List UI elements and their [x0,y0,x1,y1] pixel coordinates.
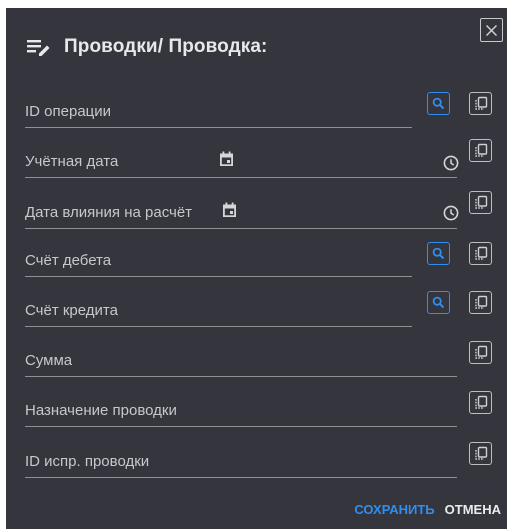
operation-id-field[interactable]: ID операции [25,88,412,128]
operation-id-label: ID операции [25,103,112,120]
purpose-field[interactable]: Назначение проводки [25,387,457,427]
field-underline [25,477,457,478]
correction-id-field[interactable]: ID испр. проводки [25,438,457,478]
copy-icon [474,395,487,409]
accounting-date-copy-button[interactable] [469,139,492,162]
search-icon [432,296,445,309]
close-button[interactable] [480,18,503,42]
copy-icon [474,246,487,260]
copy-icon [474,195,487,209]
accounting-date-label: Учётная дата [25,153,119,170]
field-underline [25,326,412,327]
settlement-date-calendar-button[interactable] [220,201,238,219]
save-button[interactable]: СОХРАНИТЬ [354,502,434,517]
purpose-copy-button[interactable] [469,391,492,414]
copy-icon [474,446,487,460]
settlement-date-copy-button[interactable] [469,191,492,214]
field-underline [25,177,457,178]
dialog: Проводки/ Проводка: ID операции Учётная … [6,8,507,529]
accounting-date-time-button[interactable] [442,154,460,172]
credit-account-copy-button[interactable] [469,291,492,314]
field-underline [25,426,457,427]
copy-icon [474,345,487,359]
clock-icon [443,155,459,171]
cancel-button[interactable]: ОТМЕНА [445,502,501,517]
settlement-date-field[interactable]: Дата влияния на расчёт [25,189,457,229]
dialog-title: Проводки/ Проводка: [64,36,268,57]
credit-account-field[interactable]: Счёт кредита [25,287,412,327]
close-icon [485,24,498,36]
debit-account-label: Счёт дебета [25,252,112,269]
field-underline [25,228,457,229]
credit-account-search-button[interactable] [427,291,450,314]
amount-field[interactable]: Сумма [25,337,457,377]
clock-icon [443,205,459,221]
calendar-icon [219,151,233,166]
debit-account-search-button[interactable] [427,242,450,265]
field-underline [25,376,457,377]
operation-id-search-button[interactable] [427,92,450,115]
copy-icon [474,96,487,110]
search-icon [432,247,445,260]
accounting-date-calendar-button[interactable] [217,150,235,168]
purpose-label: Назначение проводки [25,402,177,419]
amount-label: Сумма [25,352,73,369]
calendar-icon [222,202,236,217]
copy-icon [474,295,487,309]
amount-copy-button[interactable] [469,341,492,364]
field-underline [25,127,412,128]
debit-account-field[interactable]: Счёт дебета [25,237,412,277]
dialog-footer: СОХРАНИТЬ ОТМЕНА [354,502,501,517]
correction-id-label: ID испр. проводки [25,453,150,470]
correction-id-copy-button[interactable] [469,442,492,465]
operation-id-copy-button[interactable] [469,92,492,115]
copy-icon [474,143,487,157]
settlement-date-label: Дата влияния на расчёт [25,204,193,221]
accounting-date-field[interactable]: Учётная дата [25,138,457,178]
search-icon [432,97,445,110]
edit-list-icon [26,35,52,59]
settlement-date-time-button[interactable] [442,204,460,222]
field-underline [25,276,412,277]
debit-account-copy-button[interactable] [469,242,492,265]
dialog-header: Проводки/ Проводка: [26,33,267,61]
credit-account-label: Счёт кредита [25,302,118,319]
